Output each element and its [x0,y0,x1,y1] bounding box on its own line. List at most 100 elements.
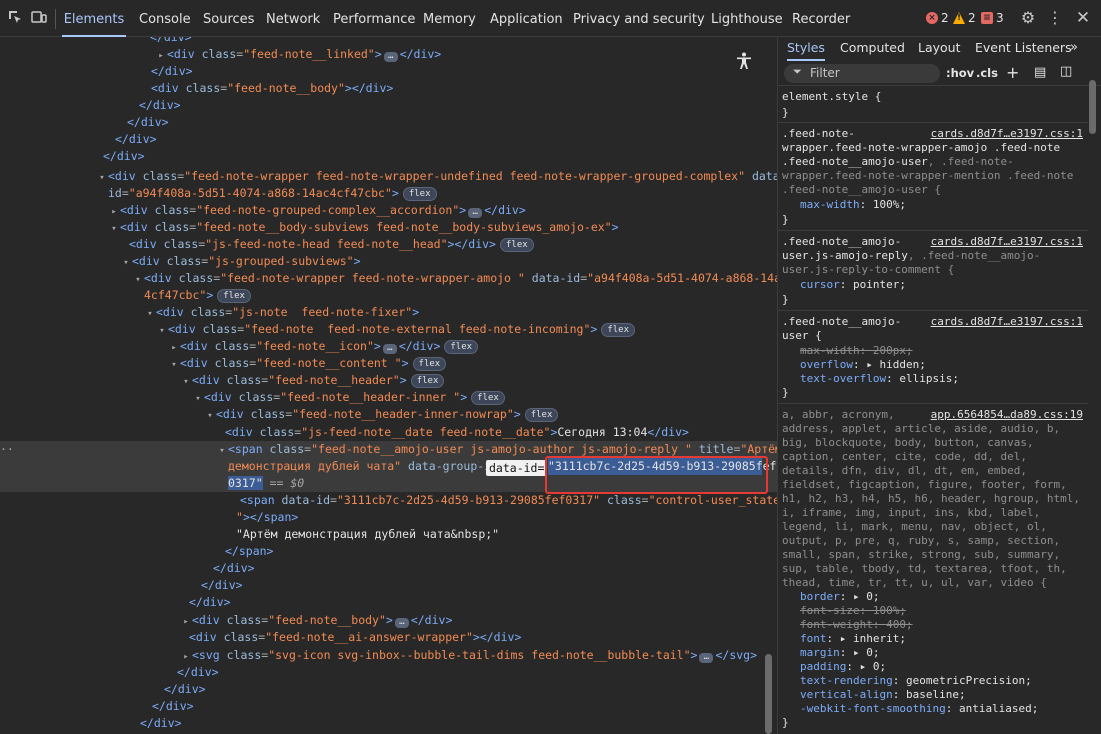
flex-badge[interactable]: flex [524,408,559,422]
flex-badge[interactable]: flex [471,391,505,405]
dom-line-svg-bubble-tail[interactable]: ▸ <svg class="svg-icon svg-inbox--bubble-… [0,647,777,664]
dom-line-close-div[interactable]: </div> [0,664,777,681]
inspect-element-icon[interactable] [6,9,24,27]
css-declaration-overridden[interactable]: font-weight: 400; [782,618,1088,632]
css-declaration[interactable]: vertical-align: baseline; [782,688,1088,702]
tab-styles[interactable]: Styles [787,37,825,61]
more-options-icon[interactable]: ⋮ [1046,9,1064,27]
dom-line-close-div[interactable]: </div> [0,114,777,131]
dom-line-close-div[interactable]: </div> [0,97,777,114]
flex-badge[interactable]: flex [601,323,635,337]
more-tabs-chevron-icon[interactable]: » [1070,37,1078,61]
paint-brush-icon[interactable]: ▤ [1034,65,1046,80]
collapsed-ellipsis[interactable]: … [394,618,409,628]
rule-source-link[interactable]: cards.d8d7f…e3197.css:1 [931,127,1083,141]
tab-lighthouse[interactable]: Lighthouse [711,0,783,37]
dom-line-body[interactable]: <div class="feed-note__body"></div> [0,80,777,97]
css-declaration[interactable]: cursor: pointer; [782,278,1088,292]
tab-application[interactable]: Application [490,0,563,37]
dom-line-close-div[interactable]: </div> [0,131,777,148]
accessibility-person-icon[interactable] [733,52,755,74]
element-style-selector[interactable]: element.style { [782,90,1088,104]
dom-line-feed-note-head[interactable]: <div class="js-feed-note-head feed-note_… [0,236,777,253]
tab-recorder[interactable]: Recorder [792,0,850,37]
settings-gear-icon[interactable]: ⚙ [1019,9,1037,27]
dom-line-control-user-state[interactable]: <span data-id="3111cb7c-2d25-4d59-b913-2… [0,492,777,509]
css-declaration[interactable]: border: ▸ 0; [782,590,1088,604]
rule-source-link[interactable]: cards.d8d7f…e3197.css:1 [931,315,1083,329]
dom-line-linked[interactable]: ▸ <div class="feed-note__linked">… </div> [0,46,777,63]
warnings-counter[interactable]: ! 2 [953,11,976,25]
css-declaration[interactable]: max-width: 100%; [782,198,1088,212]
errors-counter[interactable]: × 2 [926,11,949,25]
rule-source-link[interactable]: cards.d8d7f…e3197.css:1 [931,235,1083,249]
dom-line-close-div[interactable]: </div> [0,37,777,46]
collapsed-ellipsis[interactable]: … [699,653,714,663]
collapsed-ellipsis[interactable]: … [468,208,483,218]
dom-line-feed-note-external[interactable]: ▾ <div class="feed-note feed-note-externa… [0,321,777,338]
tab-sources[interactable]: Sources [203,0,254,37]
css-declaration-overridden[interactable]: font-size: 100%; [782,604,1088,618]
dom-line-wrapper-amojo-cont[interactable]: 4cf47cbc"> flex [0,287,777,304]
css-declaration-overridden[interactable]: max-width: 200px; [782,344,1088,358]
hov-toggle[interactable]: :hov [946,66,974,80]
tab-memory[interactable]: Memory [423,0,476,37]
dom-line-close-div[interactable]: </div> [0,577,777,594]
tab-computed[interactable]: Computed [840,37,905,61]
tab-event-listeners[interactable]: Event Listeners [975,37,1072,61]
css-declaration[interactable]: margin: ▸ 0; [782,646,1088,660]
css-declaration[interactable]: padding: ▸ 0; [782,660,1088,674]
flex-badge[interactable]: flex [499,238,534,252]
rule-source-link[interactable]: app.6564854…da89.css:19 [931,408,1083,422]
elements-dom-tree[interactable]: </div> ▸ <div class="feed-note__linked">…… [0,37,777,734]
collapsed-ellipsis[interactable]: … [382,344,397,354]
dom-line-accordion[interactable]: ▸ <div class="feed-note-grouped-complex__… [0,202,777,219]
dom-line-control-user-state-cont[interactable]: "></span> [0,509,777,526]
dom-line-grouped-subviews[interactable]: ▾ <div class="js-grouped-subviews"> [0,253,777,270]
dom-line-close-div[interactable]: </div> [0,698,777,715]
dom-line-wrapper-amojo[interactable]: ▾ <div class="feed-note-wrapper feed-note… [0,270,777,287]
dom-line-text-node[interactable]: "Артём демонстрация дублей чата&nbsp;" [0,526,777,543]
dom-line-close-div[interactable]: </div> [0,594,777,611]
tab-layout[interactable]: Layout [918,37,961,61]
css-declaration[interactable]: text-rendering: geometricPrecision; [782,674,1088,688]
elements-scrollbar[interactable] [765,654,772,734]
dom-line-wrapper-grouped-cont[interactable]: id="a94f408a-5d51-4074-a868-14ac4cf47cbc… [0,185,777,202]
issues-counter[interactable]: ≡ 3 [981,11,1004,25]
dom-line-close-span[interactable]: </span> [0,543,777,560]
dom-line-ai-answer-wrapper[interactable]: <div class="feed-note__ai-answer-wrapper… [0,629,777,646]
dom-line-feed-note-icon[interactable]: ▸ <div class="feed-note__icon">… </div> fle… [0,338,777,355]
dom-line-close-div[interactable]: </div> [0,63,777,80]
flex-badge[interactable]: flex [412,357,447,371]
filter-input[interactable]: ⏷ Filter [784,64,940,83]
dom-line-body-subviews[interactable]: ▾ <div class="feed-note__body-subviews fe… [0,219,777,236]
dom-line-header-inner-nowrap[interactable]: ▾ <div class="feed-note__header-inner-now… [0,406,777,423]
collapsed-ellipsis[interactable]: … [383,52,398,62]
dom-line-feed-note-header[interactable]: ▾ <div class="feed-note__header"> flex [0,372,777,389]
flex-badge[interactable]: flex [217,289,251,303]
dom-line-feed-note-content[interactable]: ▾ <div class="feed-note__content "> flex [0,355,777,372]
tab-console[interactable]: Console [139,0,191,37]
tab-elements[interactable]: Elements [62,0,126,37]
css-declaration[interactable]: overflow: ▸ hidden; [782,358,1088,372]
device-toolbar-icon[interactable] [30,9,48,27]
dom-line-js-note[interactable]: ▾ <div class="js-note feed-note-fixer"> [0,304,777,321]
flex-badge[interactable]: flex [444,340,479,354]
toggle-sidebar-icon[interactable]: ◫ [1060,64,1072,79]
dom-line-feed-note-body[interactable]: ▸ <div class="feed-note__body">… </div> [0,612,777,629]
dom-line-header-inner[interactable]: ▾ <div class="feed-note__header-inner "> f… [0,389,777,406]
dom-line-feed-note-date[interactable]: <div class="js-feed-note__date feed-note… [0,424,777,441]
dom-line-close-div[interactable]: </div> [0,560,777,577]
css-declaration[interactable]: font: ▸ inherit; [782,632,1088,646]
dom-line-close-div[interactable]: </div> [0,681,777,698]
new-style-rule-plus-icon[interactable]: + [1006,63,1019,82]
styles-scrollbar[interactable] [1089,80,1096,134]
tab-performance[interactable]: Performance [333,0,415,37]
dom-line-close-div[interactable]: </div> [0,715,777,732]
close-icon[interactable]: ✕ [1074,9,1092,27]
cls-toggle[interactable]: .cls [976,66,998,80]
dom-line-close-div[interactable]: </div> [0,148,777,165]
flex-badge[interactable]: flex [410,374,445,388]
css-declaration[interactable]: -webkit-font-smoothing: antialiased; [782,702,1088,716]
css-declaration[interactable]: text-overflow: ellipsis; [782,372,1088,386]
